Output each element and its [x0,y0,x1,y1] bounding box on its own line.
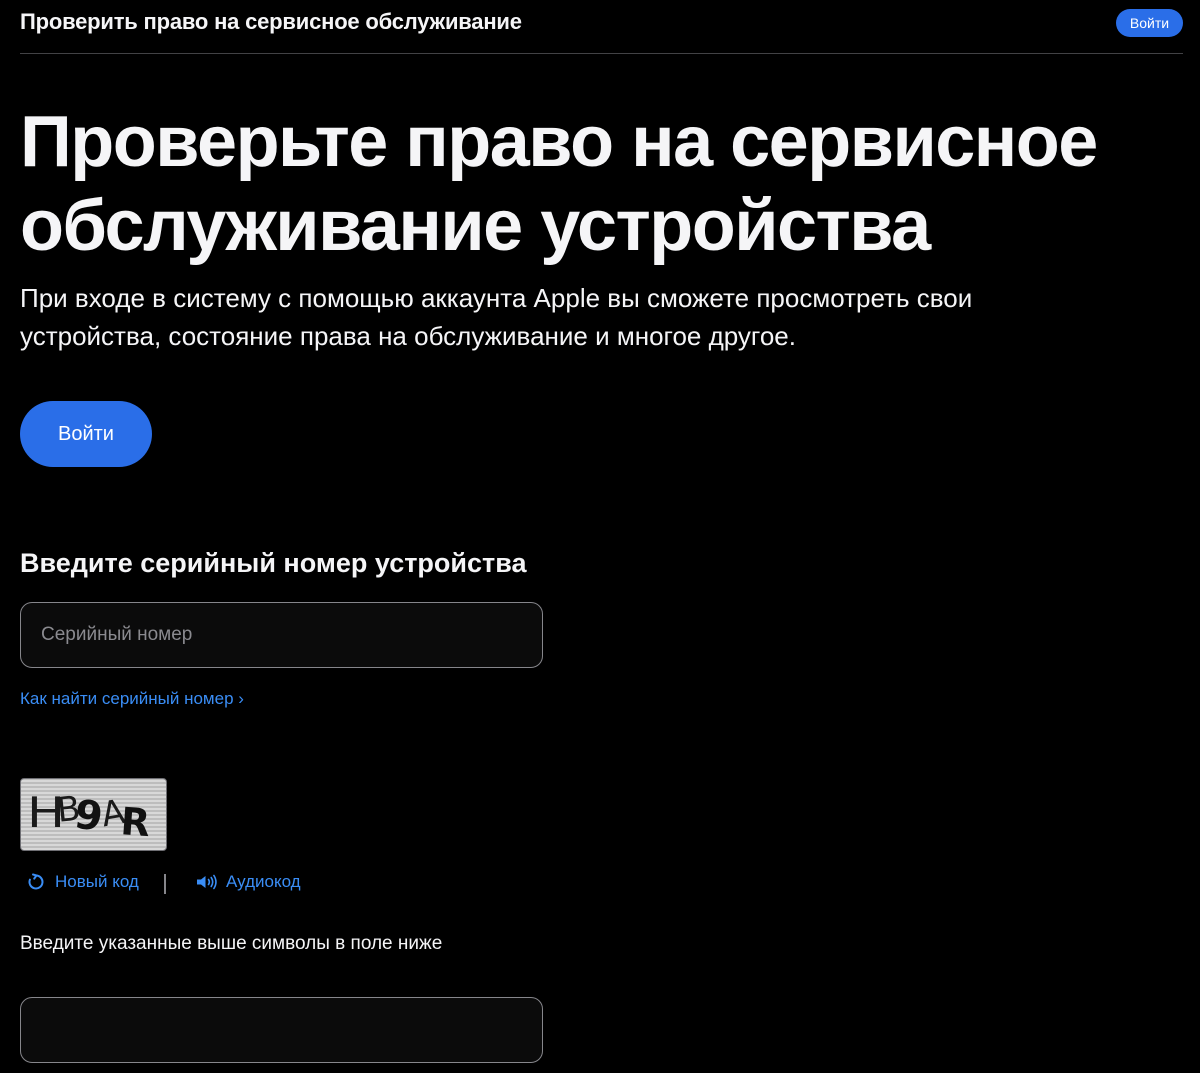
captcha-actions: Новый код Аудиокод [27,872,427,898]
speaker-icon [197,874,217,890]
navbar-title: Проверить право на сервисное обслуживани… [20,9,522,34]
new-code-label: Новый код [55,872,139,891]
page: Проверить право на сервисное обслуживани… [0,0,1200,1073]
captcha-input[interactable] [20,997,543,1063]
top-navbar: Проверить право на сервисное обслуживани… [20,0,1183,54]
captcha-glyphs: H B 9 A R [27,788,152,845]
svg-text:R: R [119,799,151,845]
audio-code-label: Аудиокод [226,872,301,891]
page-subtitle: При входе в систему с помощью аккаунта A… [20,283,973,351]
captcha-actions-divider [164,874,166,894]
signin-button[interactable]: Войти [20,401,152,467]
refresh-icon [28,873,44,890]
page-title: Проверьте право на сервисное обслуживани… [20,102,1098,266]
captcha-image: H B 9 A R [20,778,167,851]
captcha-instruction: Введите указанные выше символы в поле ни… [20,933,443,954]
audio-code-button[interactable]: Аудиокод [196,872,301,892]
navbar-signin-button[interactable]: Войти [1116,9,1183,37]
serial-heading: Введите серийный номер устройства [20,548,527,578]
find-serial-link[interactable]: Как найти серийный номер › [20,689,244,709]
serial-number-input[interactable] [20,602,543,668]
new-code-button[interactable]: Новый код [27,872,139,892]
